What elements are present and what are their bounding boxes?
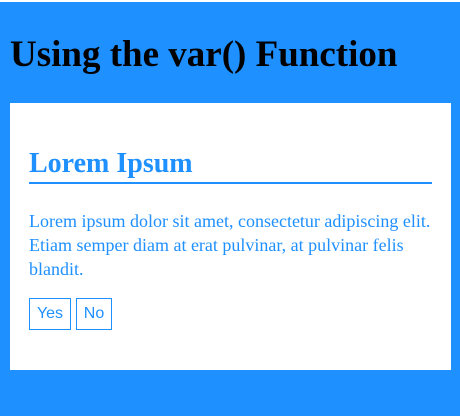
- content-card: Lorem Ipsum Lorem ipsum dolor sit amet, …: [10, 103, 451, 370]
- page-title: Using the var() Function: [10, 34, 398, 75]
- yes-button[interactable]: Yes: [29, 298, 71, 330]
- no-button[interactable]: No: [76, 298, 112, 330]
- card-paragraph: Lorem ipsum dolor sit amet, consectetur …: [29, 211, 431, 279]
- page-background: Using the var() Function Lorem Ipsum Lor…: [0, 2, 460, 416]
- card-heading: Lorem Ipsum: [29, 147, 432, 184]
